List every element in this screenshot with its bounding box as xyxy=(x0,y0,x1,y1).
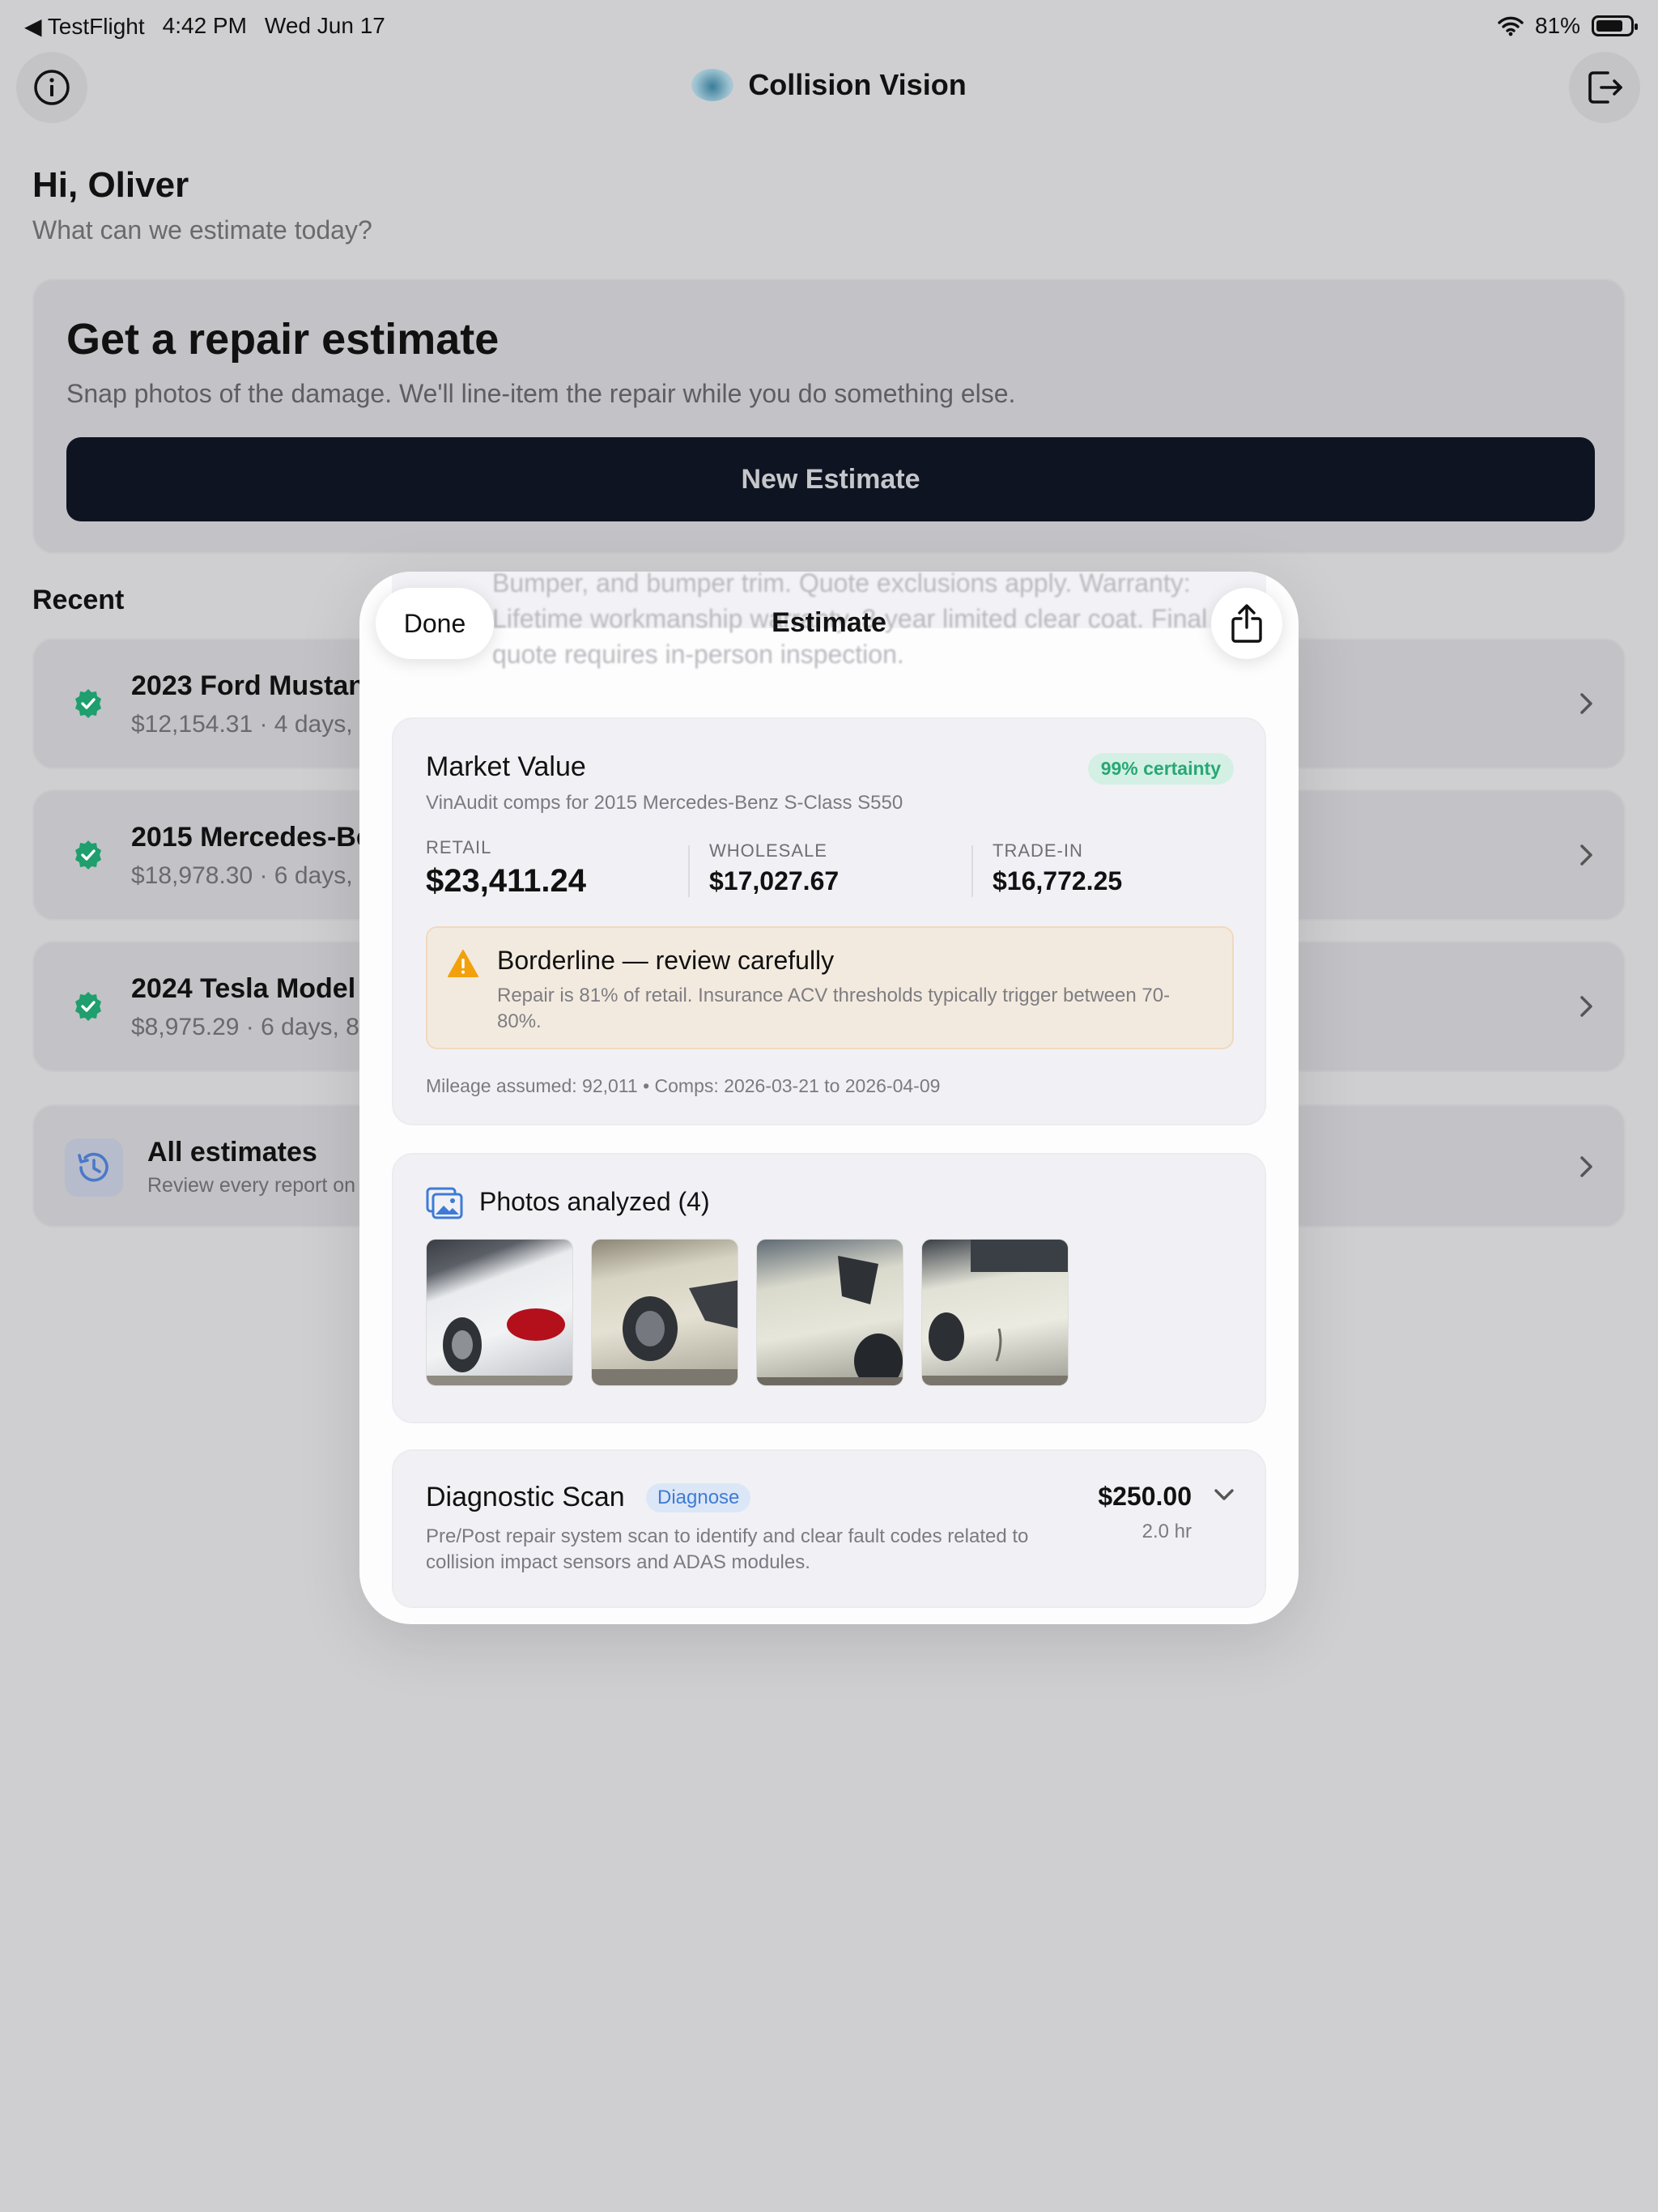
estimate-card-description: Snap photos of the damage. We'll line-it… xyxy=(66,379,1016,408)
photos-icon xyxy=(426,1187,463,1219)
recent-item-title: 2024 Tesla Model Y xyxy=(131,973,381,1004)
chevron-right-icon xyxy=(1580,693,1592,714)
greeting-subtitle: What can we estimate today? xyxy=(32,215,372,245)
app-title: Collision Vision xyxy=(748,68,967,101)
verified-badge-icon xyxy=(75,992,101,1021)
warning-title: Borderline — review carefully xyxy=(497,946,835,975)
history-icon xyxy=(65,1138,123,1197)
share-icon xyxy=(1231,604,1262,643)
sheet-title: Estimate xyxy=(772,607,886,638)
all-estimates-title: All estimates xyxy=(147,1137,317,1168)
recent-item-title: 2023 Ford Mustang xyxy=(131,670,382,701)
chevron-right-icon xyxy=(1580,1156,1592,1177)
battery-percent: 81% xyxy=(1534,13,1580,38)
line-item-title: Diagnostic Scan xyxy=(426,1482,625,1512)
wholesale-value-group: WHOLESALE $17,027.67 xyxy=(709,840,839,896)
chevron-right-icon xyxy=(1580,996,1592,1017)
app-logo-icon xyxy=(691,69,734,101)
market-value-section: Market Value 99% certainty VinAudit comp… xyxy=(392,717,1266,1125)
chevron-down-icon[interactable] xyxy=(1213,1487,1235,1503)
certainty-badge: 99% certainty xyxy=(1087,753,1234,785)
retail-value-group: RETAIL $23,411.24 xyxy=(426,837,586,900)
line-item-hours: 2.0 hr xyxy=(1141,1521,1192,1542)
recent-item-subtitle: $18,978.30 · 6 days, xyxy=(131,862,353,889)
status-time: 4:42 PM xyxy=(162,13,247,38)
estimate-card-title: Get a repair estimate xyxy=(66,315,500,364)
tradein-value: $16,772.25 xyxy=(993,866,1123,895)
wholesale-label: WHOLESALE xyxy=(709,840,827,861)
warning-description: Repair is 81% of retail. Insurance ACV t… xyxy=(497,985,1171,1032)
market-value-footnote: Mileage assumed: 92,011 • Comps: 2026-03… xyxy=(426,1075,941,1096)
car-photo-image xyxy=(592,1280,738,1385)
new-estimate-button[interactable]: New Estimate xyxy=(66,437,1595,521)
line-item-category-badge: Diagnose xyxy=(646,1483,751,1512)
photos-section: Photos analyzed (4) xyxy=(392,1153,1266,1423)
all-estimates-subtitle: Review every report on xyxy=(147,1174,356,1197)
sign-out-button[interactable] xyxy=(1569,52,1640,123)
warning-icon xyxy=(448,950,478,977)
status-date: Wed Jun 17 xyxy=(264,13,385,38)
share-button[interactable] xyxy=(1211,588,1282,659)
photo-thumbnails xyxy=(426,1239,1069,1386)
photo-thumbnail[interactable] xyxy=(426,1239,573,1386)
tradein-label: TRADE-IN xyxy=(993,840,1083,861)
retail-value: $23,411.24 xyxy=(426,863,586,899)
car-photo-image xyxy=(427,1308,572,1385)
verified-badge-icon xyxy=(75,840,101,870)
tradein-value-group: TRADE-IN $16,772.25 xyxy=(993,840,1122,896)
photo-thumbnail[interactable] xyxy=(921,1239,1069,1386)
status-bar: ◀ TestFlight 4:42 PM Wed Jun 17 81% xyxy=(24,11,1638,40)
back-to-app-link[interactable]: ◀ TestFlight xyxy=(24,13,145,40)
line-item-description: Pre/Post repair system scan to identify … xyxy=(426,1525,1029,1573)
app-header: Collision Vision xyxy=(0,68,1658,102)
photo-thumbnail[interactable] xyxy=(591,1239,738,1386)
car-photo-image xyxy=(922,1240,1068,1385)
car-photo-image xyxy=(757,1256,903,1385)
line-item-price: $250.00 xyxy=(1098,1482,1192,1511)
recent-item-title: 2015 Mercedes-Be xyxy=(131,822,372,853)
borderline-warning: Borderline — review carefully Repair is … xyxy=(426,926,1234,1049)
diagnostic-scan-line-item[interactable]: Diagnostic Scan Diagnose Pre/Post repair… xyxy=(392,1449,1266,1608)
greeting-title: Hi, Oliver xyxy=(32,165,189,205)
estimate-sheet: Bumper, and bumper trim. Quote exclusion… xyxy=(359,572,1299,1624)
divider xyxy=(971,845,973,897)
recent-item-subtitle: $8,975.29 · 6 days, 8 xyxy=(131,1014,359,1040)
photo-thumbnail[interactable] xyxy=(756,1239,903,1386)
photos-title: Photos analyzed (4) xyxy=(479,1187,710,1216)
wifi-icon xyxy=(1498,16,1524,36)
recent-item-subtitle: $12,154.31 · 4 days, xyxy=(131,711,353,738)
recent-heading: Recent xyxy=(32,585,125,615)
wholesale-value: $17,027.67 xyxy=(709,866,840,895)
market-value-title: Market Value xyxy=(426,751,586,782)
battery-icon xyxy=(1592,15,1638,36)
market-value-subtitle: VinAudit comps for 2015 Mercedes-Benz S-… xyxy=(426,792,903,814)
repair-estimate-card: Get a repair estimate Snap photos of the… xyxy=(32,279,1626,554)
sign-out-icon xyxy=(1588,71,1622,104)
divider xyxy=(688,845,690,897)
chevron-right-icon xyxy=(1580,844,1592,866)
retail-label: RETAIL xyxy=(426,837,492,857)
verified-badge-icon xyxy=(75,689,101,718)
